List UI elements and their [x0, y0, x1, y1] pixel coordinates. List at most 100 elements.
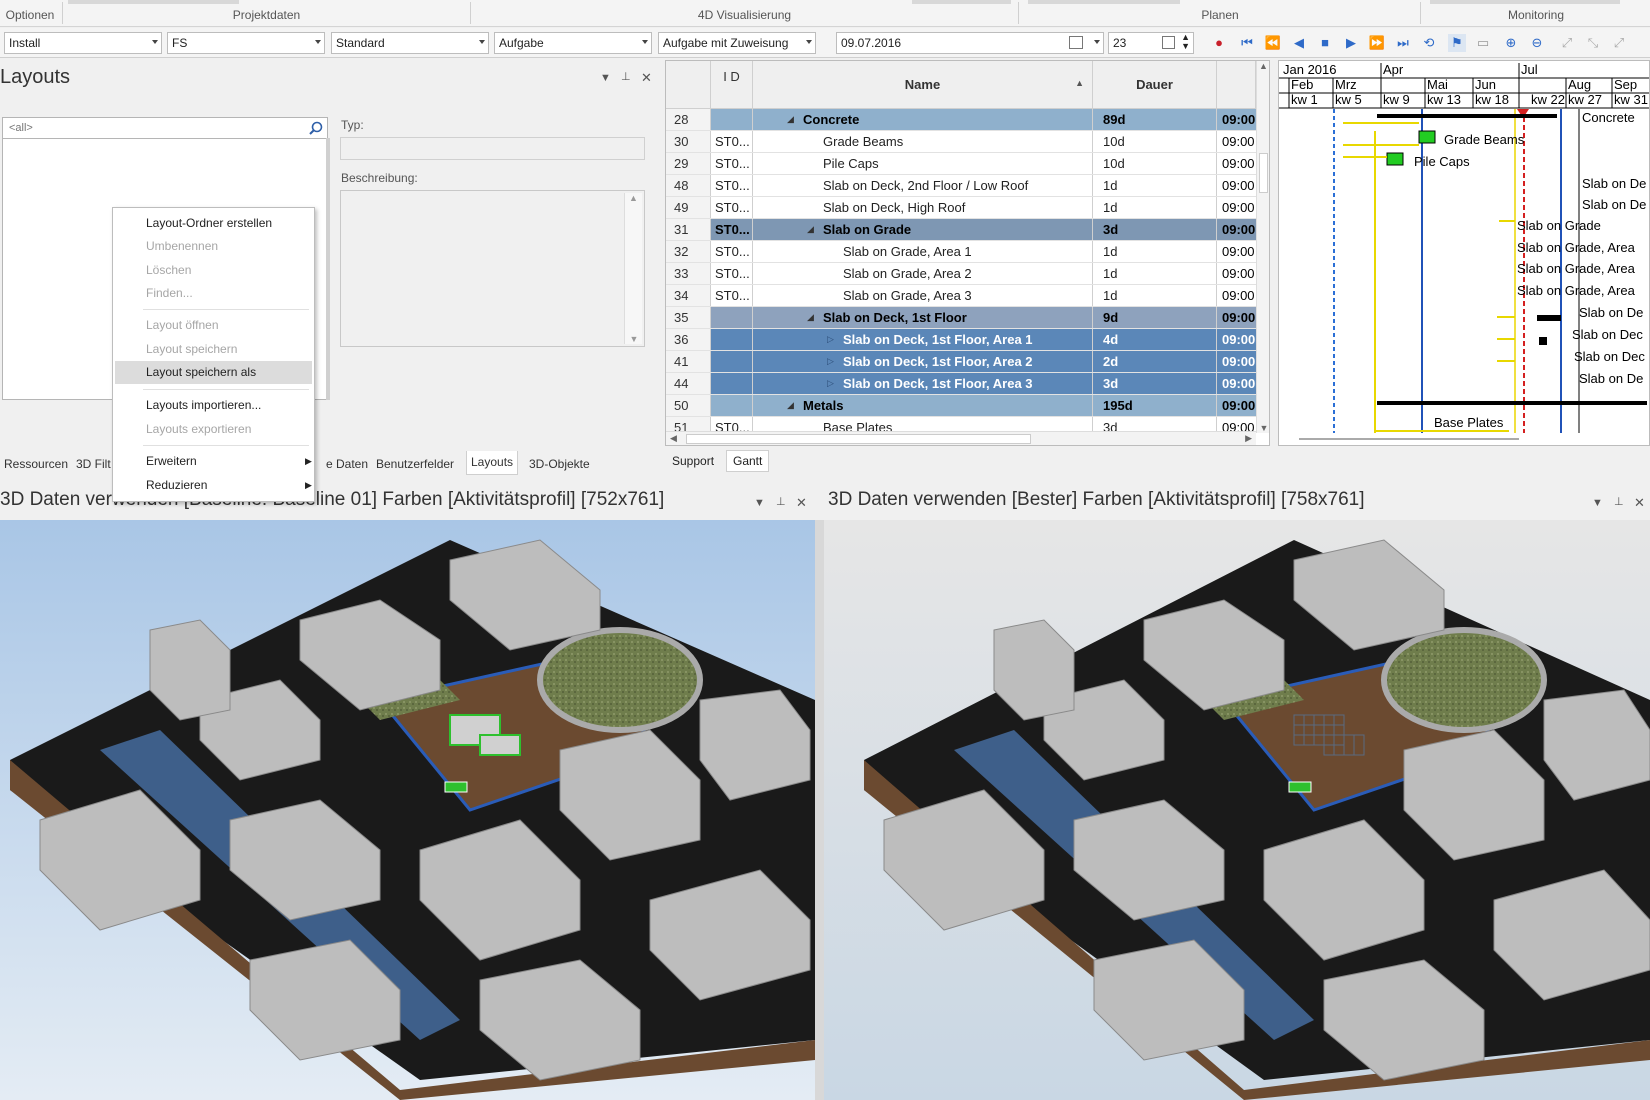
- table-row[interactable]: 36 Slab on Deck, 1st Floor, Area 1 ▷ 4d 09:0…: [666, 329, 1256, 351]
- menu-item-loeschen[interactable]: Löschen: [146, 263, 191, 277]
- tab-daten[interactable]: e Daten: [322, 455, 372, 475]
- expand-icon[interactable]: ▷: [827, 329, 834, 350]
- ribbon-group-projektdaten[interactable]: Projektdaten: [64, 0, 469, 27]
- tab-3d-filter[interactable]: 3D Filt: [72, 455, 115, 475]
- menu-item-layout-speichern[interactable]: Layout speichern: [146, 342, 237, 356]
- combo-aufgabe[interactable]: Aufgabe: [494, 32, 652, 54]
- marker-icon[interactable]: ⚑: [1448, 34, 1466, 52]
- tab-support[interactable]: Support: [665, 450, 722, 472]
- grid-header-start[interactable]: [1217, 61, 1256, 109]
- menu-item-layouts-exportieren[interactable]: Layouts exportieren: [146, 422, 251, 436]
- stop-icon[interactable]: ■: [1316, 34, 1334, 52]
- step-back-icon[interactable]: ⏪: [1264, 34, 1282, 52]
- scroll-up-icon[interactable]: ▲: [625, 193, 642, 203]
- table-row[interactable]: 35 Slab on Deck, 1st Floor ◢ 9d 09:00: [666, 307, 1256, 329]
- tab-benutzerfelder[interactable]: Benutzerfelder: [372, 455, 458, 475]
- pin-icon[interactable]: ⊥: [621, 70, 631, 83]
- menu-item-erweitern[interactable]: Erweitern: [146, 454, 197, 468]
- panel-menu-icon[interactable]: ▼: [600, 72, 611, 84]
- tool3-icon[interactable]: ⤢: [1610, 34, 1628, 52]
- pin-icon[interactable]: ⊥: [776, 495, 786, 508]
- menu-item-layout-speichern-als[interactable]: Layout speichern als: [146, 365, 256, 379]
- table-row[interactable]: 30 ST0... Grade Beams 10d 09:00: [666, 131, 1256, 153]
- scroll-down-icon[interactable]: ▼: [1257, 423, 1269, 433]
- table-row[interactable]: 29 ST0... Pile Caps 10d 09:00: [666, 153, 1256, 175]
- tool-icon[interactable]: ⤢: [1558, 34, 1576, 52]
- table-row[interactable]: 48 ST0... Slab on Deck, 2nd Floor / Low Ro…: [666, 175, 1256, 197]
- first-icon[interactable]: ⏮: [1238, 34, 1256, 52]
- combo-install[interactable]: Install: [4, 32, 162, 54]
- table-row[interactable]: 31 ST0... Slab on Grade ◢ 3d 09:00: [666, 219, 1256, 241]
- table-row[interactable]: 34 ST0... Slab on Grade, Area 3 1d 09:00: [666, 285, 1256, 307]
- ribbon-group-optionen[interactable]: Optionen: [0, 0, 60, 27]
- table-row[interactable]: 44 Slab on Deck, 1st Floor, Area 3 ▷ 3d 09:0…: [666, 373, 1256, 395]
- collapse-icon[interactable]: ◢: [807, 307, 814, 328]
- scroll-thumb[interactable]: [1259, 153, 1268, 193]
- tab-layouts[interactable]: Layouts: [466, 451, 519, 475]
- pin-icon[interactable]: ⊥: [1614, 495, 1624, 508]
- splitter[interactable]: [326, 138, 330, 400]
- scroll-right-icon[interactable]: ▶: [1245, 433, 1252, 444]
- viewport-bester[interactable]: [824, 520, 1650, 1100]
- panel-menu-icon[interactable]: ▼: [754, 497, 765, 509]
- scroll-up-icon[interactable]: ▲: [1257, 61, 1269, 71]
- grid-header-dauer[interactable]: Dauer: [1093, 61, 1217, 109]
- panel-menu-icon[interactable]: ▼: [1592, 497, 1603, 509]
- menu-item-finden[interactable]: Finden...: [146, 286, 193, 300]
- table-row[interactable]: 33 ST0... Slab on Grade, Area 2 1d 09:00: [666, 263, 1256, 285]
- menu-item-layout-ordner-erstellen[interactable]: Layout-Ordner erstellen: [146, 216, 272, 230]
- table-row[interactable]: 28 Concrete ◢ 89d 09:00: [666, 109, 1256, 131]
- play-back-icon[interactable]: ◀: [1290, 34, 1308, 52]
- tab-3d-objekte[interactable]: 3D-Objekte: [525, 455, 594, 475]
- ribbon-group-monitoring[interactable]: Monitoring: [1422, 0, 1650, 27]
- combo-aufgabe-mit-zuweisung[interactable]: Aufgabe mit Zuweisung: [658, 32, 816, 54]
- expand-icon[interactable]: ▷: [827, 351, 834, 372]
- scroll-thumb[interactable]: [686, 434, 1031, 444]
- table-row[interactable]: 32 ST0... Slab on Grade, Area 1 1d 09:00: [666, 241, 1256, 263]
- tool2-icon[interactable]: ⤡: [1584, 34, 1602, 52]
- table-row[interactable]: 50 Metals ◢ 195d 09:00: [666, 395, 1256, 417]
- combo-standard[interactable]: Standard: [331, 32, 489, 54]
- ribbon-group-4d-visualisierung[interactable]: 4D Visualisierung: [472, 0, 1017, 27]
- table-row[interactable]: 49 ST0... Slab on Deck, High Roof 1d 09:00: [666, 197, 1256, 219]
- close-icon[interactable]: ✕: [641, 70, 652, 86]
- viewport-splitter[interactable]: [815, 520, 824, 1100]
- grid-vscrollbar[interactable]: ▲ ▼: [1256, 61, 1269, 433]
- loop-icon[interactable]: ⟲: [1420, 34, 1438, 52]
- layout-search-input[interactable]: <all>: [2, 117, 328, 139]
- collapse-icon[interactable]: ◢: [787, 109, 794, 130]
- menu-item-reduzieren[interactable]: Reduzieren: [146, 478, 207, 492]
- up-circle-icon[interactable]: ⊕: [1502, 34, 1520, 52]
- window-icon[interactable]: ▭: [1474, 34, 1492, 52]
- search-icon[interactable]: [308, 121, 323, 136]
- grid-header-id[interactable]: I D: [711, 61, 753, 109]
- record-icon[interactable]: ●: [1210, 34, 1228, 52]
- step-forward-icon[interactable]: ⏩: [1368, 34, 1386, 52]
- viewport-baseline[interactable]: [0, 520, 815, 1100]
- tab-gantt[interactable]: Gantt: [726, 450, 770, 472]
- scrollbar[interactable]: ▲ ▼: [624, 193, 642, 344]
- collapse-icon[interactable]: ◢: [807, 219, 814, 240]
- down-circle-icon[interactable]: ⊖: [1528, 34, 1546, 52]
- close-icon[interactable]: ✕: [1634, 495, 1645, 511]
- typ-field[interactable]: [340, 137, 645, 160]
- number-stepper[interactable]: 23 ▲ ▼: [1108, 32, 1194, 54]
- close-icon[interactable]: ✕: [796, 495, 807, 511]
- date-picker[interactable]: 09.07.2016: [836, 32, 1104, 54]
- combo-fs[interactable]: FS: [167, 32, 325, 54]
- menu-item-umbenennen[interactable]: Umbenennen: [146, 239, 218, 253]
- play-icon[interactable]: ▶: [1342, 34, 1360, 52]
- menu-item-layout-oeffnen[interactable]: Layout öffnen: [146, 318, 219, 332]
- collapse-icon[interactable]: ◢: [787, 395, 794, 416]
- scroll-left-icon[interactable]: ◀: [670, 433, 677, 444]
- expand-icon[interactable]: ▷: [827, 373, 834, 394]
- table-row[interactable]: 41 Slab on Deck, 1st Floor, Area 2 ▷ 2d 09:0…: [666, 351, 1256, 373]
- grid-hscrollbar[interactable]: ◀ ▶: [666, 431, 1256, 445]
- tab-ressourcen[interactable]: Ressourcen: [0, 455, 72, 475]
- beschreibung-field[interactable]: ▲ ▼: [340, 190, 645, 347]
- last-icon[interactable]: ⏭: [1394, 34, 1412, 52]
- ribbon-group-planen[interactable]: Planen: [1020, 0, 1420, 27]
- menu-item-layouts-importieren[interactable]: Layouts importieren...: [146, 398, 261, 412]
- grid-header-name[interactable]: Name ▲: [753, 61, 1093, 109]
- scroll-down-icon[interactable]: ▼: [625, 334, 643, 344]
